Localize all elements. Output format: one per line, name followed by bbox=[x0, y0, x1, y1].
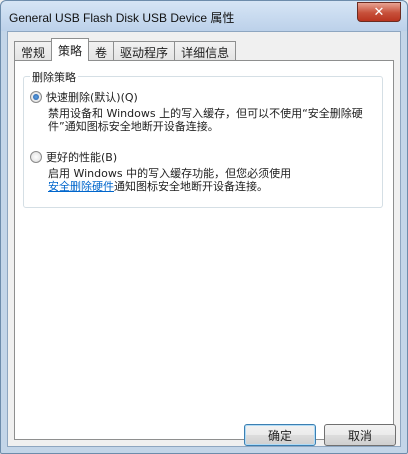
tab-policy[interactable]: 策略 bbox=[51, 38, 90, 61]
window-title: General USB Flash Disk USB Device 属性 bbox=[9, 11, 235, 25]
tab-volumes[interactable]: 卷 bbox=[88, 41, 115, 61]
quick-removal-label: 快速删除(默认)(Q) bbox=[46, 91, 138, 104]
close-icon: ✕ bbox=[373, 4, 385, 20]
ok-button[interactable]: 确定 bbox=[244, 424, 316, 446]
tab-driver[interactable]: 驱动程序 bbox=[113, 41, 176, 61]
performance-desc-suffix: 通知图标安全地断开设备连接。 bbox=[114, 180, 268, 193]
properties-window: General USB Flash Disk USB Device 属性 ✕ 常… bbox=[0, 0, 408, 454]
quick-removal-description: 禁用设备和 Windows 上的写入缓存，但可以不使用“安全删除硬件”通知图标安… bbox=[48, 107, 363, 133]
removal-policy-group: 删除策略 快速删除(默认)(Q) 禁用设备和 Windows 上的写入缓存，但可… bbox=[23, 69, 383, 208]
performance-desc-prefix: 启用 Windows 中的写入缓存功能，但您必须使用 bbox=[48, 167, 292, 180]
policy-panel: 删除策略 快速删除(默认)(Q) 禁用设备和 Windows 上的写入缓存，但可… bbox=[14, 60, 394, 440]
group-label: 删除策略 bbox=[30, 69, 78, 85]
quick-removal-radio[interactable] bbox=[30, 91, 42, 103]
safely-remove-link[interactable]: 安全删除硬件 bbox=[48, 180, 114, 193]
better-performance-radio[interactable] bbox=[30, 151, 42, 163]
better-performance-option[interactable]: 更好的性能(B) bbox=[30, 149, 117, 165]
cancel-button[interactable]: 取消 bbox=[324, 424, 396, 446]
title-bar[interactable]: General USB Flash Disk USB Device 属性 ✕ bbox=[1, 1, 407, 31]
tab-strip: 常规 策略 卷 驱动程序 详细信息 bbox=[14, 38, 237, 61]
tab-general[interactable]: 常规 bbox=[14, 41, 53, 61]
better-performance-description: 启用 Windows 中的写入缓存功能，但您必须使用 安全删除硬件通知图标安全地… bbox=[48, 167, 378, 193]
tab-details[interactable]: 详细信息 bbox=[174, 41, 237, 61]
close-button[interactable]: ✕ bbox=[357, 2, 401, 22]
quick-removal-option[interactable]: 快速删除(默认)(Q) bbox=[30, 89, 138, 105]
dialog-client: 常规 策略 卷 驱动程序 详细信息 删除策略 快速删除(默认)(Q) 禁用设备和… bbox=[7, 31, 401, 447]
better-performance-label: 更好的性能(B) bbox=[46, 151, 118, 164]
